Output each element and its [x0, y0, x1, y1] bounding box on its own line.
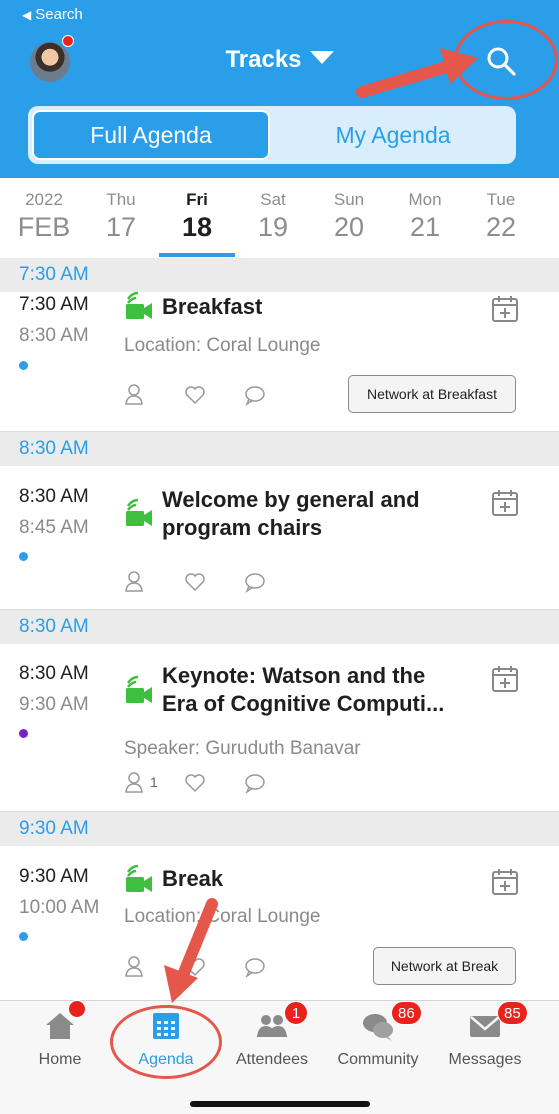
time-section-header: 7:30 AM	[0, 258, 559, 292]
track-color-dot	[19, 729, 28, 738]
chat-bubbles-icon	[363, 1014, 393, 1041]
bottom-tab-bar: Home Agenda Attendees Community Messages	[0, 1000, 559, 1114]
comment-icon[interactable]	[244, 571, 266, 593]
date-fri-18[interactable]: Fri 18	[159, 190, 235, 243]
time-section-header: 8:30 AM	[0, 432, 559, 466]
messages-badge: 85	[497, 1001, 528, 1025]
session-start-time: 8:30 AM	[19, 486, 89, 507]
annotation-circle-agenda	[110, 1005, 222, 1079]
date-month: 2022 FEB	[17, 190, 71, 242]
attendees-badge: 1	[284, 1001, 308, 1025]
attendee-icon[interactable]	[124, 771, 146, 793]
tracks-title: Tracks	[225, 46, 302, 73]
date-strip: 2022 FEB Thu 17 Fri 18 Sat 19 Sun 20 Mon 21 Tu…	[0, 178, 559, 258]
home-notification-dot	[68, 1000, 86, 1018]
my-agenda-tab[interactable]: My Agenda	[274, 110, 512, 160]
session-start-time: 9:30 AM	[19, 866, 89, 887]
heart-icon[interactable]	[184, 384, 206, 406]
comment-icon[interactable]	[244, 772, 266, 794]
session-end-time: 10:00 AM	[19, 897, 100, 918]
session-title-line-1: Welcome by general and	[162, 487, 420, 512]
attendee-count: 1	[150, 774, 158, 790]
annotation-circle-search	[454, 20, 558, 100]
full-agenda-tab[interactable]: Full Agenda	[32, 110, 270, 160]
date-tue-22[interactable]: Tue 22	[463, 190, 539, 243]
add-to-calendar-icon[interactable]	[490, 664, 520, 694]
track-color-dot	[19, 552, 28, 561]
session-start-time: 7:30 AM	[19, 294, 89, 315]
attendee-icon[interactable]	[124, 570, 146, 592]
live-video-icon	[126, 675, 152, 703]
session-speaker: Speaker: Guruduth Banavar	[124, 738, 361, 759]
time-section-header: 8:30 AM	[0, 610, 559, 644]
date-thu-17[interactable]: Thu 17	[83, 190, 159, 243]
session-title-line-1: Keynote: Watson and the	[162, 663, 426, 688]
session-start-time: 8:30 AM	[19, 663, 89, 684]
session-location: Location: Coral Lounge	[124, 906, 321, 927]
home-indicator	[190, 1101, 370, 1107]
attendee-icon[interactable]	[124, 955, 146, 977]
tab-label: Community	[337, 1051, 419, 1068]
session-end-time: 8:30 AM	[19, 325, 89, 346]
network-at-break-button[interactable]: Network at Break	[373, 947, 516, 985]
time-section-header: 9:30 AM	[0, 812, 559, 846]
back-triangle-icon: ◀	[22, 8, 32, 22]
tab-label: Attendees	[235, 1051, 309, 1068]
track-color-dot	[19, 361, 28, 370]
track-color-dot	[19, 932, 28, 941]
tab-home[interactable]: Home	[5, 1009, 115, 1069]
date-sun-20[interactable]: Sun 20	[311, 190, 387, 243]
heart-icon[interactable]	[184, 956, 206, 978]
live-video-icon	[126, 291, 152, 319]
add-to-calendar-icon[interactable]	[490, 488, 520, 518]
back-to-search-link[interactable]: ◀ Search	[22, 6, 83, 23]
network-at-breakfast-button[interactable]: Network at Breakfast	[348, 375, 516, 413]
attendee-icon[interactable]	[124, 383, 146, 405]
session-title: Break	[162, 866, 224, 891]
session-location: Location: Coral Lounge	[124, 335, 321, 356]
date-sat-19[interactable]: Sat 19	[235, 190, 311, 243]
add-to-calendar-icon[interactable]	[490, 867, 520, 897]
comment-icon[interactable]	[244, 384, 266, 406]
session-title-line-2: Era of Cognitive Computi...	[162, 691, 445, 716]
selected-date-indicator	[159, 253, 235, 257]
tab-label: Home	[38, 1051, 82, 1068]
tab-attendees[interactable]: Attendees	[217, 1009, 327, 1069]
community-badge: 86	[391, 1001, 422, 1025]
session-end-time: 8:45 AM	[19, 517, 89, 538]
comment-icon[interactable]	[244, 956, 266, 978]
caret-down-icon	[309, 51, 334, 64]
live-video-icon	[126, 864, 152, 892]
session-title: Breakfast	[162, 294, 263, 319]
add-to-calendar-icon[interactable]	[490, 294, 520, 324]
heart-icon[interactable]	[184, 772, 206, 794]
session-end-time: 9:30 AM	[19, 694, 89, 715]
heart-icon[interactable]	[184, 571, 206, 593]
agenda-segmented-control: Full Agenda My Agenda	[28, 106, 516, 164]
back-label: Search	[35, 6, 83, 23]
live-video-icon	[126, 498, 152, 526]
tab-label: Messages	[448, 1051, 522, 1068]
session-title-line-2: program chairs	[162, 515, 323, 540]
date-mon-21[interactable]: Mon 21	[387, 190, 463, 243]
